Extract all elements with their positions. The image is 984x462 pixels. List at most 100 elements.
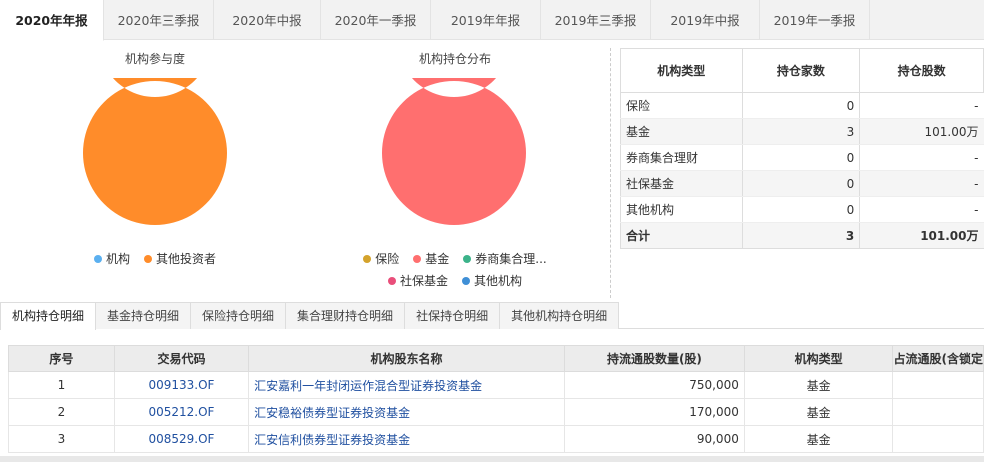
table-row: 3 008529.OF 汇安信利债券型证券投资基金 90,000 基金 — [8, 425, 984, 453]
col-institution-type: 机构类型 — [620, 48, 743, 93]
col-holder-name: 机构股东名称 — [248, 345, 566, 372]
donut-slice-1[interactable] — [82, 78, 227, 225]
legend-item-other-investors[interactable]: 其他投资者 — [144, 250, 216, 267]
legend-dot-icon — [463, 254, 472, 263]
cell-count: 3 — [741, 118, 860, 145]
cell-type: 基金 — [620, 118, 743, 145]
cell-code: 008529.OF — [113, 425, 250, 453]
table-row: 基金 3 101.00万 — [620, 118, 984, 145]
participation-donut — [82, 78, 227, 225]
distribution-chart-title: 机构持仓分布 — [418, 52, 491, 66]
legend-label: 保险 — [375, 252, 400, 266]
donut-slice-1[interactable] — [381, 78, 526, 225]
cell-type: 基金 — [743, 425, 894, 453]
tab-2019-q1[interactable]: 2019年一季报 — [760, 0, 870, 40]
holdings-summary-table: 机构类型 持仓家数 持仓股数 保险 0 - 基金 3 101.00万 券商集合理… — [620, 48, 984, 249]
holder-name-link[interactable]: 汇安信利债券型证券投资基金 — [254, 433, 410, 447]
cell-holder-name: 汇安信利债券型证券投资基金 — [248, 425, 566, 453]
summary-header-row: 机构类型 持仓家数 持仓股数 — [620, 48, 984, 93]
holder-name-link[interactable]: 汇安嘉利一年封闭运作混合型证券投资基金 — [254, 379, 482, 393]
cell-type: 合计 — [620, 222, 743, 249]
tab-2020-q3[interactable]: 2020年三季报 — [104, 0, 214, 40]
legend-dot-icon — [462, 276, 470, 285]
legend-label: 基金 — [425, 252, 450, 266]
tab-collective-holdings[interactable]: 集合理财持仓明细 — [285, 302, 406, 329]
period-tabs: 2020年年报 2020年三季报 2020年中报 2020年一季报 2019年年… — [0, 0, 984, 41]
cell-shares: - — [859, 196, 984, 223]
col-quantity: 持流通股数量(股) — [564, 345, 745, 372]
cell-shares: - — [859, 170, 984, 197]
code-link[interactable]: 009133.OF — [148, 378, 214, 392]
total-row: 合计 3 101.00万 — [620, 222, 984, 249]
panel-divider — [610, 48, 611, 298]
cell-ratio — [892, 371, 984, 399]
table-row: 2 005212.OF 汇安稳裕债券型证券投资基金 170,000 基金 — [8, 398, 984, 426]
legend-dot-icon — [144, 254, 152, 263]
cell-ratio — [892, 398, 984, 426]
cell-quantity: 750,000 — [564, 371, 745, 399]
legend-label: 机构 — [105, 252, 130, 266]
cell-holder-name: 汇安稳裕债券型证券投资基金 — [248, 398, 566, 426]
cell-code: 009133.OF — [113, 371, 250, 399]
cell-type: 基金 — [743, 398, 894, 426]
cell-index: 3 — [8, 425, 115, 453]
legend-label: 券商集合理... — [475, 252, 547, 266]
cell-count: 0 — [741, 170, 860, 197]
legend-dot-icon — [413, 254, 422, 263]
tab-2020-annual[interactable]: 2020年年报 — [0, 0, 104, 41]
participation-chart-title: 机构参与度 — [124, 52, 185, 66]
cell-holder-name: 汇安嘉利一年封闭运作混合型证券投资基金 — [248, 371, 566, 399]
horizontal-scrollbar[interactable] — [0, 456, 984, 462]
legend-item-other-institutions[interactable]: 其他机构 — [462, 272, 522, 289]
distribution-chart-panel: 机构持仓分布 保险 基金 券商集合理... 社保基金 其他机构 — [300, 40, 610, 298]
code-link[interactable]: 005212.OF — [148, 405, 214, 419]
legend-item-insurance[interactable]: 保险 — [363, 250, 399, 267]
holder-name-link[interactable]: 汇安稳裕债券型证券投资基金 — [254, 406, 410, 420]
tab-2020-q1[interactable]: 2020年一季报 — [321, 0, 431, 40]
cell-type: 保险 — [620, 92, 743, 119]
legend-item-institution[interactable]: 机构 — [93, 250, 130, 267]
cell-shares: - — [859, 92, 984, 119]
code-link[interactable]: 008529.OF — [148, 432, 214, 446]
tab-2019-interim[interactable]: 2019年中报 — [651, 0, 760, 40]
table-row: 社保基金 0 - — [620, 170, 984, 197]
table-row: 其他机构 0 - — [620, 196, 984, 223]
distribution-legend-row-2: 社保基金 其他机构 — [300, 272, 610, 289]
cell-type: 券商集合理财 — [620, 144, 743, 171]
cell-count: 0 — [741, 92, 860, 119]
tab-2020-interim[interactable]: 2020年中报 — [214, 0, 321, 40]
tab-fund-holdings[interactable]: 基金持仓明细 — [95, 302, 192, 329]
tab-insurance-holdings[interactable]: 保险持仓明细 — [190, 302, 287, 329]
holdings-detail-table: 序号 交易代码 机构股东名称 持流通股数量(股) 机构类型 占流通股(含锁定 1… — [8, 345, 984, 453]
col-institution-type: 机构类型 — [743, 345, 894, 372]
cell-quantity: 170,000 — [564, 398, 745, 426]
col-holding-shares: 持仓股数 — [859, 48, 984, 93]
col-code: 交易代码 — [113, 345, 250, 372]
col-holding-count: 持仓家数 — [741, 48, 861, 93]
cell-index: 2 — [8, 398, 115, 426]
cell-type: 基金 — [743, 371, 894, 399]
tab-2019-annual[interactable]: 2019年年报 — [431, 0, 541, 40]
legend-label: 社保基金 — [399, 274, 448, 288]
distribution-donut — [381, 78, 526, 225]
cell-shares: 101.00万 — [859, 222, 984, 249]
cell-quantity: 90,000 — [564, 425, 745, 453]
legend-dot-icon — [387, 276, 396, 285]
tab-2019-q3[interactable]: 2019年三季报 — [541, 0, 651, 40]
cell-type: 社保基金 — [620, 170, 743, 197]
tab-other-holdings[interactable]: 其他机构持仓明细 — [499, 302, 620, 329]
cell-type: 其他机构 — [620, 196, 743, 223]
table-row: 1 009133.OF 汇安嘉利一年封闭运作混合型证券投资基金 750,000 … — [8, 371, 984, 399]
legend-item-fund[interactable]: 基金 — [413, 250, 449, 267]
tab-social-security-holdings[interactable]: 社保持仓明细 — [404, 302, 501, 329]
legend-item-social-security[interactable]: 社保基金 — [387, 272, 448, 289]
legend-item-broker-collective[interactable]: 券商集合理... — [463, 250, 547, 267]
cell-index: 1 — [8, 371, 115, 399]
cell-shares: 101.00万 — [859, 118, 984, 145]
table-row: 券商集合理财 0 - — [620, 144, 984, 171]
participation-legend: 机构 其他投资者 — [0, 250, 310, 267]
cell-code: 005212.OF — [113, 398, 250, 426]
tab-institution-holdings[interactable]: 机构持仓明细 — [0, 302, 97, 330]
table-row: 保险 0 - — [620, 92, 984, 119]
cell-shares: - — [859, 144, 984, 171]
